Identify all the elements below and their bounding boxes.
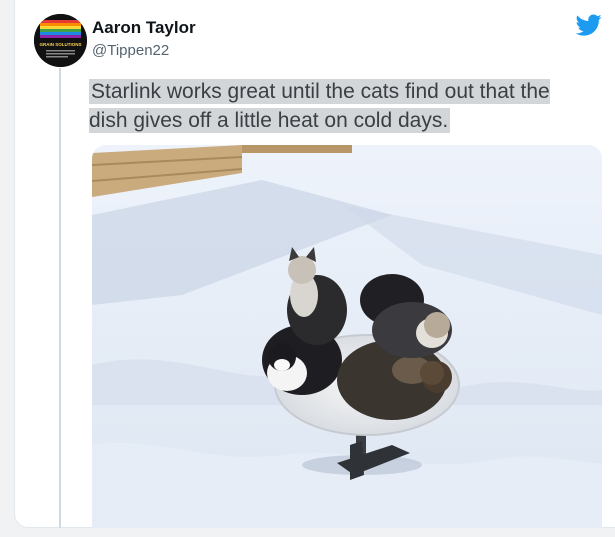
- tweet-text: Starlink works great until the cats find…: [89, 77, 589, 135]
- tweet-photo[interactable]: [92, 145, 602, 528]
- author-handle[interactable]: @Tippen22: [92, 42, 169, 59]
- tweet-text-highlighted: Starlink works great until the cats find…: [89, 79, 550, 133]
- avatar[interactable]: GRAIN SOLUTIONS: [34, 14, 87, 67]
- author-name[interactable]: Aaron Taylor: [92, 18, 196, 38]
- twitter-bird-icon[interactable]: [575, 12, 602, 38]
- page-background-strip: [0, 528, 615, 537]
- avatar-logo-text: GRAIN SOLUTIONS: [39, 42, 81, 47]
- thread-line: [59, 68, 61, 528]
